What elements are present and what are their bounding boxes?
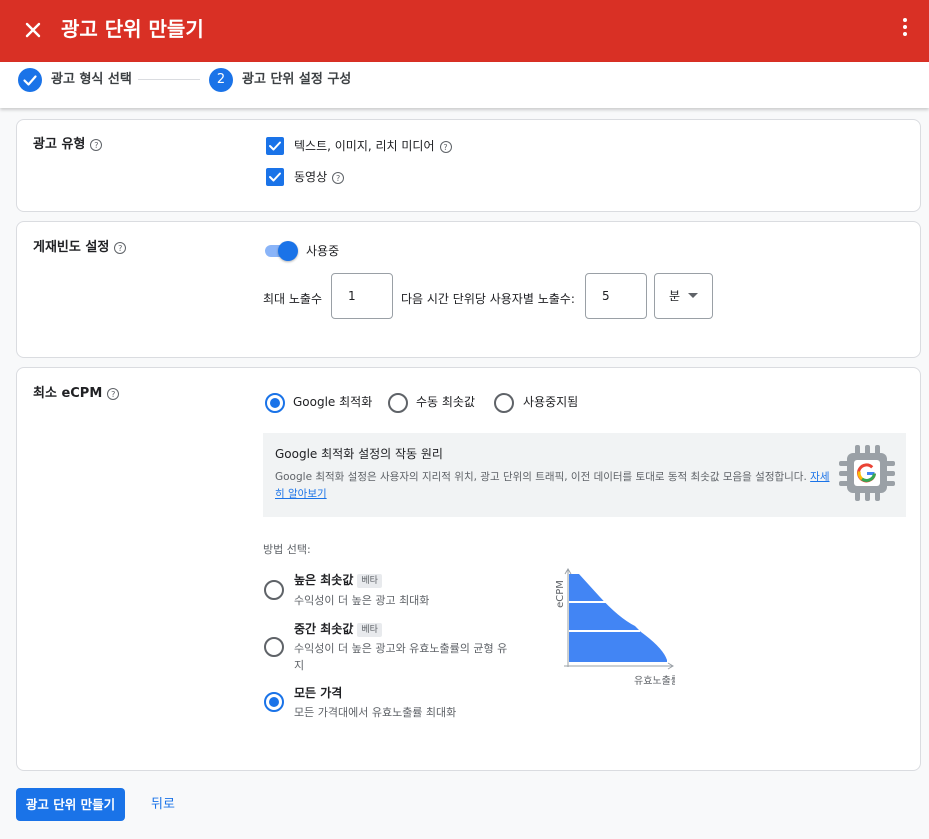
per-user-label: 다음 시간 단위당 사용자별 노출수:	[401, 292, 575, 306]
step-number-badge: 2	[209, 68, 233, 92]
graph-ylabel: eCPM	[555, 580, 566, 608]
option-title-medium-floor: 중간 최솟값 베타	[294, 620, 382, 638]
page-title: 광고 단위 만들기	[61, 17, 204, 41]
graph-area	[569, 574, 667, 662]
method-select-label: 방법 선택:	[263, 543, 311, 556]
ad-type-card: 광고 유형? 텍스트, 이미지, 리치 미디어? 동영상?	[16, 119, 921, 212]
radio-all-prices[interactable]	[264, 692, 284, 712]
info-panel: Google 최적화 설정의 작동 원리 Google 최적화 설정은 사용자의…	[263, 433, 906, 517]
frequency-card: 게재빈도 설정? 사용중 최대 노출수 1 다음 시간 단위당 사용자별 노출수…	[16, 221, 921, 358]
toggle-label: 사용중	[306, 244, 340, 258]
google-chip-icon	[837, 443, 897, 503]
close-icon[interactable]	[20, 17, 46, 43]
radio-disabled[interactable]	[494, 393, 514, 413]
radio-label-manual-floor: 수동 최솟값	[416, 395, 476, 409]
help-icon[interactable]: ?	[107, 387, 120, 400]
option-title-high-floor: 높은 최솟값 베타	[294, 571, 382, 589]
checkbox-label-text-image-rich: 텍스트, 이미지, 리치 미디어?	[294, 137, 452, 155]
option-desc-high-floor: 수익성이 더 높은 광고 최대화	[294, 594, 430, 607]
radio-medium-floor[interactable]	[264, 637, 284, 657]
dropdown-arrow-icon	[688, 293, 698, 298]
per-user-input[interactable]: 5	[585, 273, 647, 319]
radio-high-floor[interactable]	[264, 580, 284, 600]
radio-google-optimized[interactable]	[265, 393, 285, 413]
frequency-title: 게재빈도 설정?	[33, 238, 127, 258]
back-button[interactable]: 뒤로	[151, 795, 175, 815]
checkbox-text-image-rich[interactable]	[266, 137, 284, 155]
beta-badge: 베타	[357, 574, 382, 588]
info-title: Google 최적화 설정의 작동 원리	[275, 447, 443, 461]
radio-label-google-optimized: Google 최적화	[293, 395, 373, 409]
help-icon[interactable]: ?	[90, 138, 103, 151]
create-ad-unit-button[interactable]: 광고 단위 만들기	[16, 788, 125, 821]
time-unit-value: 분	[669, 289, 681, 303]
ad-type-title: 광고 유형?	[33, 135, 103, 155]
ecpm-title: 최소 eCPM?	[33, 384, 120, 404]
ecpm-card: 최소 eCPM? Google 최적화 수동 최솟값 사용중지됨 Google …	[16, 367, 921, 771]
info-desc: Google 최적화 설정은 사용자의 지리적 위치, 광고 단위의 트래픽, …	[275, 471, 830, 500]
option-desc-medium-floor: 수익성이 더 높은 광고와 유효노출률의 균형 유지	[294, 642, 508, 672]
frequency-toggle[interactable]	[263, 240, 299, 262]
step-connector	[138, 79, 200, 80]
beta-badge: 베타	[357, 623, 382, 637]
option-desc-all-prices: 모든 가격대에서 유효노출률 최대화	[294, 706, 457, 719]
help-icon[interactable]: ?	[114, 241, 127, 254]
more-vert-icon[interactable]	[893, 15, 917, 43]
help-icon[interactable]: ?	[439, 140, 452, 153]
floor-graph: eCPM 유효노출률	[555, 568, 675, 687]
max-impressions-input[interactable]: 1	[331, 273, 393, 319]
stepper: 광고 형식 선택 2 광고 단위 설정 구성	[0, 62, 929, 108]
time-unit-select[interactable]: 분	[654, 273, 713, 319]
app-header: 광고 단위 만들기	[0, 0, 929, 62]
option-title-all-prices: 모든 가격	[294, 686, 343, 700]
radio-label-disabled: 사용중지됨	[523, 395, 579, 409]
checkbox-label-video: 동영상?	[294, 168, 345, 186]
max-impressions-label: 최대 노출수	[263, 292, 323, 306]
step-label-settings: 광고 단위 설정 구성	[242, 72, 352, 87]
checkbox-video[interactable]	[266, 168, 284, 186]
check-circle-icon	[18, 68, 42, 92]
radio-manual-floor[interactable]	[388, 393, 408, 413]
graph-xlabel: 유효노출률	[634, 675, 675, 687]
step-label-format[interactable]: 광고 형식 선택	[51, 70, 132, 90]
help-icon[interactable]: ?	[332, 171, 345, 184]
